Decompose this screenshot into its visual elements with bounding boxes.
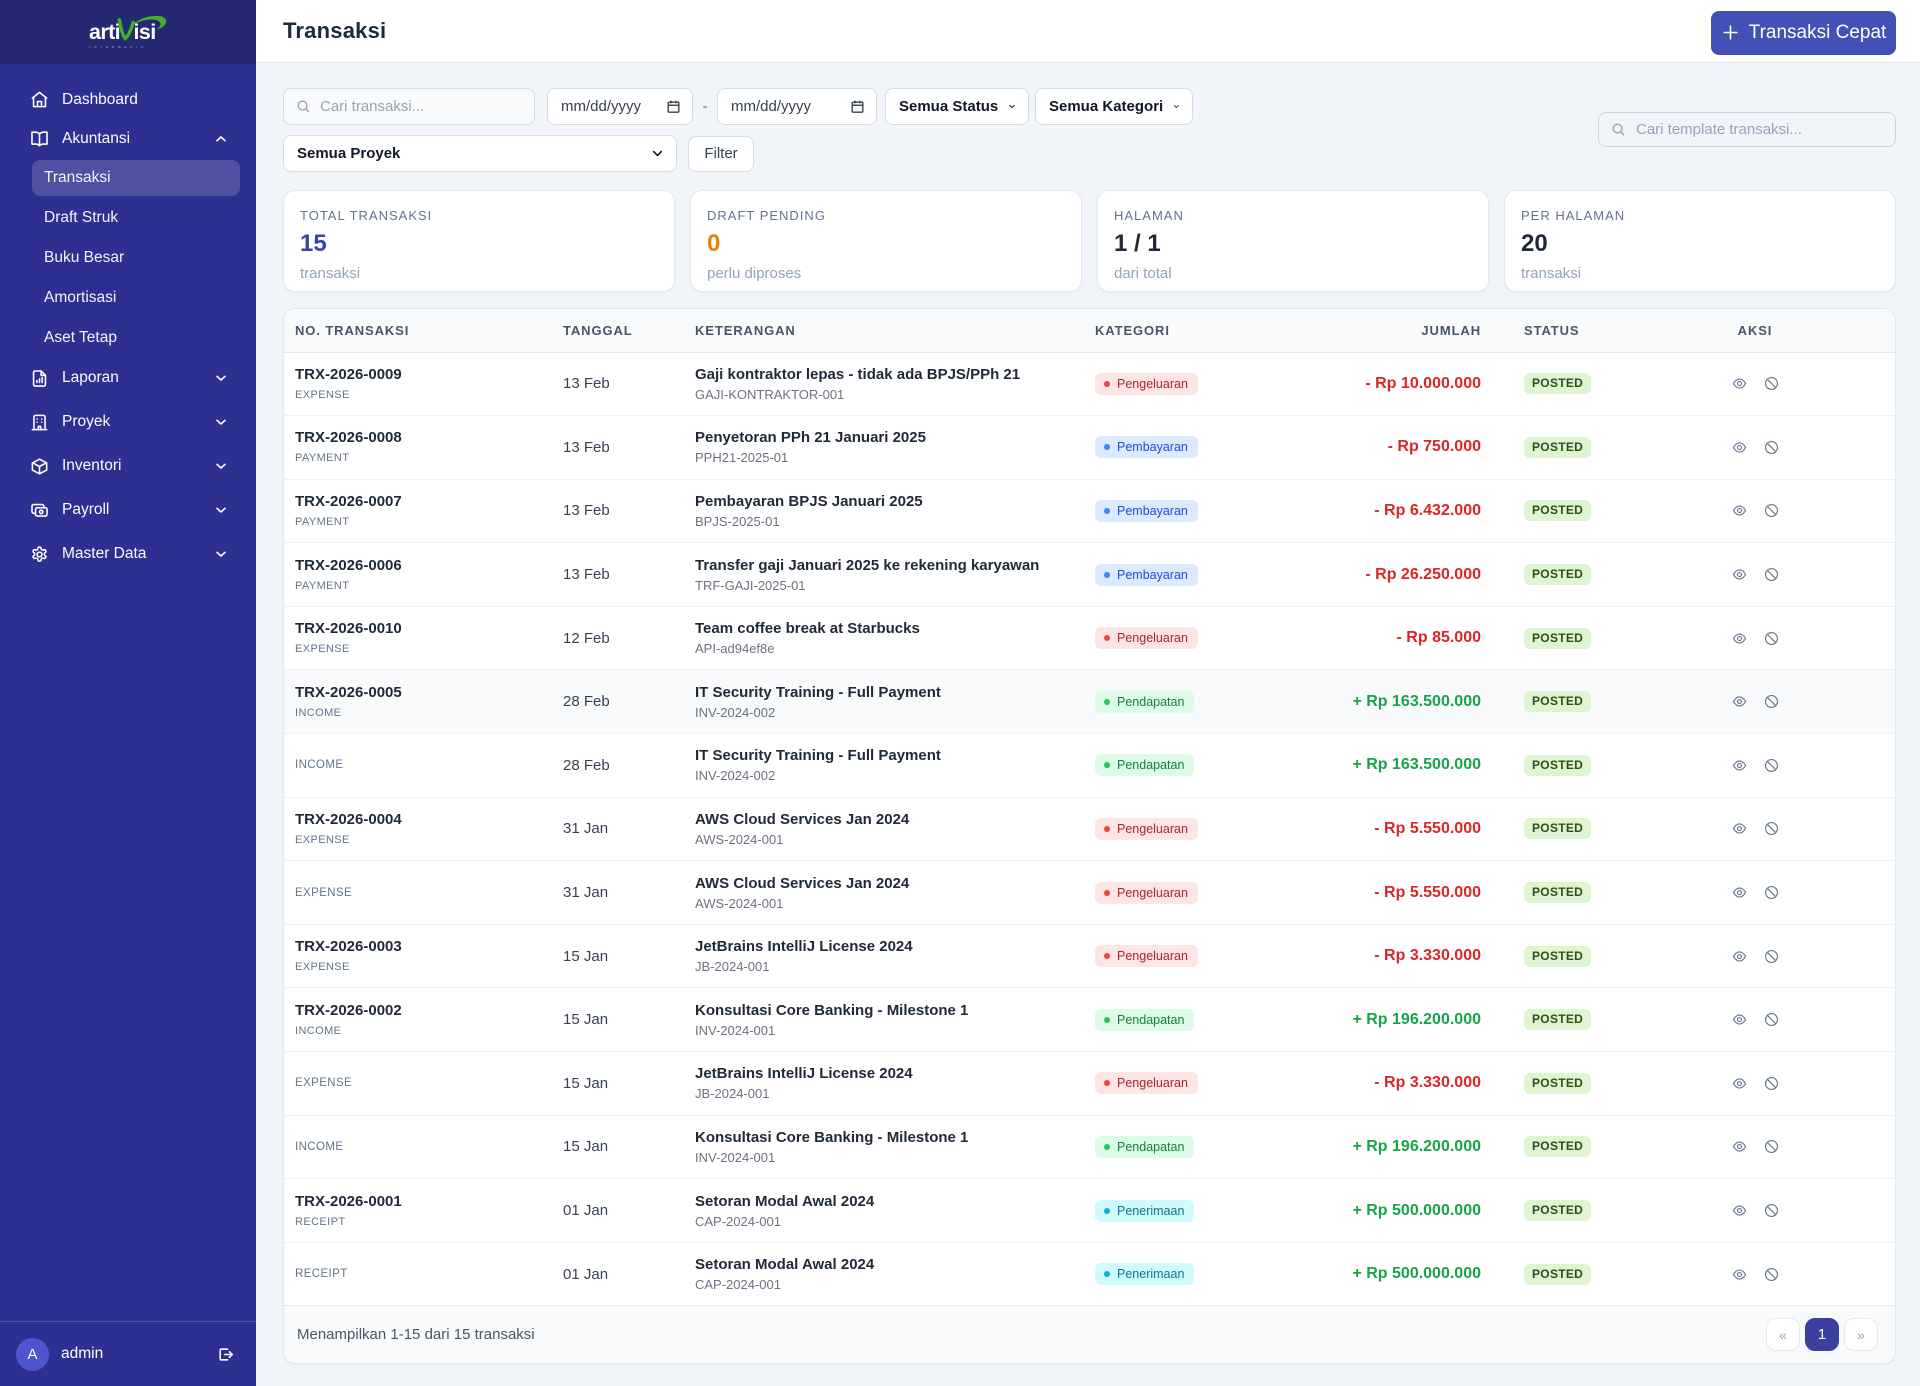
svg-text:arti: arti xyxy=(89,20,120,44)
svg-text:INTERMEDIA: INTERMEDIA xyxy=(90,45,148,49)
svg-text:isi: isi xyxy=(134,20,156,44)
